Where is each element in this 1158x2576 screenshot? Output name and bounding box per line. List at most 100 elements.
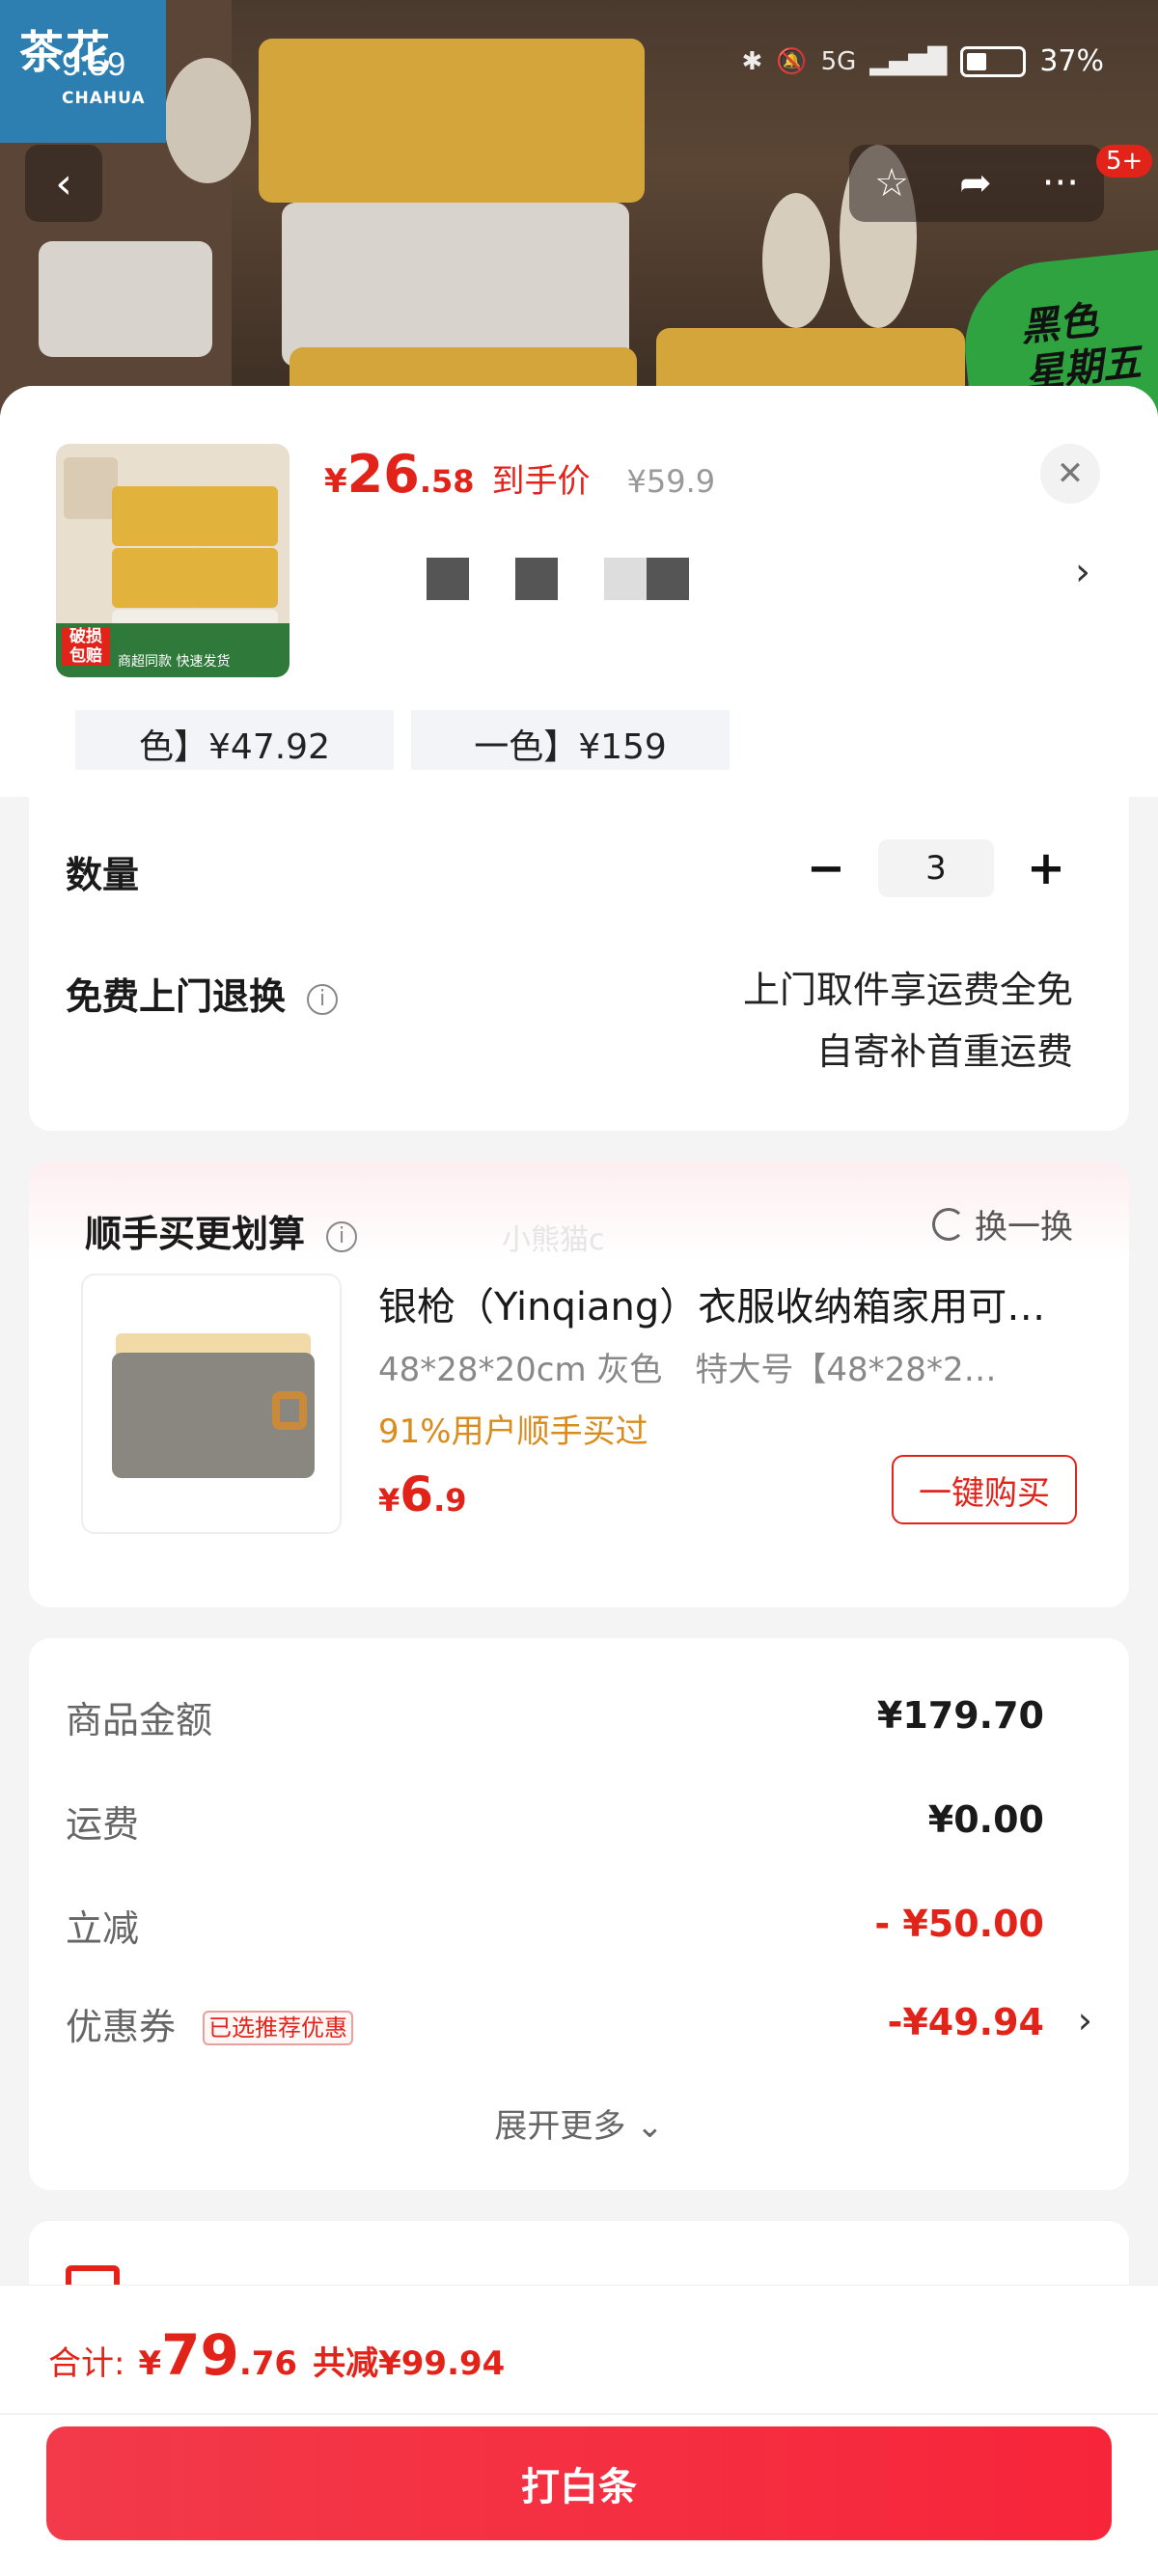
spec-option[interactable]: 色】¥47.92 xyxy=(75,710,394,778)
summary-value: ¥0.00 xyxy=(927,1798,1044,1841)
divider xyxy=(0,2413,1158,2415)
plus-button[interactable]: + xyxy=(1019,841,1073,895)
addon-social-proof: 91%用户顺手买过 xyxy=(378,1412,648,1451)
selected-spec-preview[interactable] xyxy=(427,558,689,600)
addon-title: 顺手买更划算 i xyxy=(85,1204,358,1257)
checkout-footer: 合计: ¥ 79 .76 共减¥99.94 打白条 xyxy=(0,2285,1158,2576)
addon-price-currency: ¥ xyxy=(378,1482,400,1519)
more-icon[interactable]: ··· xyxy=(1042,161,1079,206)
price-label: 到手价 xyxy=(491,462,591,501)
info-icon[interactable]: i xyxy=(326,1220,358,1252)
swap-label: 换一换 xyxy=(975,1208,1073,1247)
signal-icon: 5G xyxy=(820,46,857,76)
return-service-line1: 上门取件享运费全免 xyxy=(742,969,1073,1011)
photo-box xyxy=(259,39,645,203)
addon-recommendation-card: 顺手买更划算 i 小熊猫c 换一换 银枪（Yinqiang）衣服收纳箱家用可… 4… xyxy=(29,1162,1129,1607)
close-icon: ✕ xyxy=(1056,454,1085,493)
share-icon[interactable]: ➦ xyxy=(959,161,992,206)
thumb-shelf xyxy=(64,457,118,519)
summary-label: 优惠券 xyxy=(66,2006,177,2048)
thumb-box xyxy=(191,486,278,546)
summary-row-coupon[interactable]: 优惠券 已选推荐优惠 -¥49.94 › xyxy=(66,1997,1092,2059)
summary-value: -¥49.94 xyxy=(887,2001,1044,2043)
original-price: ¥59.9 xyxy=(626,463,716,500)
message-badge: 5+ xyxy=(1096,145,1153,178)
coupon-badge: 已选推荐优惠 xyxy=(203,2011,353,2045)
price-line: ¥ 26 .58 到手价 ¥59.9 xyxy=(324,444,715,505)
total-saved: 共减¥99.94 xyxy=(313,2344,506,2383)
mute-icon: 🔕 xyxy=(776,46,808,76)
swap-button[interactable]: 换一换 xyxy=(932,1200,1073,1247)
addon-price-decimal: .9 xyxy=(433,1482,467,1519)
return-service-detail: 上门取件享运费全免 自寄补首重运费 xyxy=(743,959,1073,1082)
total-currency: ¥ xyxy=(138,2344,162,2383)
summary-row-subtotal: 商品金额 ¥179.70 xyxy=(66,1690,1092,1752)
signal-bars-icon: ▂▄▆█ xyxy=(869,46,948,76)
close-button[interactable]: ✕ xyxy=(1040,444,1100,504)
sheet-header: 破损包赔 商超同款 快速发货 ¥ 26 .58 到手价 ¥59.9 ✕ › xyxy=(0,386,1158,710)
spec-swatch xyxy=(647,558,689,600)
info-icon[interactable]: i xyxy=(307,983,339,1015)
return-service-text: 免费上门退换 xyxy=(66,975,287,1018)
price-integer: 26 xyxy=(346,444,420,505)
addon-price: ¥ 6 .9 xyxy=(378,1466,466,1522)
back-button[interactable]: ‹ xyxy=(25,145,102,222)
watermark: 小熊猫c xyxy=(502,1223,605,1257)
summary-label: 运费 xyxy=(66,1803,140,1846)
total-line: 合计: ¥ 79 .76 共减¥99.94 xyxy=(48,2322,505,2388)
favorite-icon[interactable]: ☆ xyxy=(874,161,909,206)
total-decimal: .76 xyxy=(238,2344,298,2383)
product-photo-backdrop: 茶花 CHAHUA 9:59 ✱ 🔕 5G ▂▄▆█ 37% ‹ ☆ ➦ ···… xyxy=(0,0,1158,415)
thumb-tag-shipping: 商超同款 快速发货 xyxy=(118,654,231,670)
pay-button[interactable]: 打白条 xyxy=(46,2426,1112,2540)
summary-label: 立减 xyxy=(66,1907,140,1950)
back-icon: ‹ xyxy=(55,158,72,208)
thumb-tag-damage: 破损包赔 xyxy=(62,627,110,666)
addon-price-integer: 6 xyxy=(400,1466,434,1522)
status-time: 9:59 xyxy=(62,46,126,83)
total-label: 合计: xyxy=(48,2344,125,2383)
chevron-right-icon[interactable]: › xyxy=(1075,550,1090,594)
quantity-input[interactable]: 3 xyxy=(878,839,994,897)
spec-option[interactable]: 一色】¥159 xyxy=(411,710,730,778)
addon-product-image[interactable] xyxy=(81,1274,342,1534)
thumb-box xyxy=(112,486,199,546)
brand-logo-en: CHAHUA xyxy=(62,89,146,108)
one-click-buy-button[interactable]: 一键购买 xyxy=(892,1455,1077,1524)
refresh-icon xyxy=(932,1207,965,1241)
bluetooth-icon: ✱ xyxy=(741,46,763,76)
header-actions: ☆ ➦ ··· xyxy=(849,145,1104,222)
status-icons: ✱ 🔕 5G ▂▄▆█ 37% xyxy=(741,44,1104,78)
total-integer: 79 xyxy=(161,2322,239,2388)
photo-toy xyxy=(164,58,251,183)
summary-row-discount: 立减 - ¥50.00 xyxy=(66,1899,1092,1960)
image-handle xyxy=(272,1391,307,1430)
price-currency: ¥ xyxy=(324,462,347,501)
expand-more-button[interactable]: 展开更多 ⌄ xyxy=(29,2099,1129,2147)
spec-swatch xyxy=(427,558,469,600)
battery-percent: 37% xyxy=(1039,44,1104,78)
addon-product-name[interactable]: 银枪（Yinqiang）衣服收纳箱家用可… xyxy=(378,1275,1092,1331)
price-summary-card: 商品金额 ¥179.70 运费 ¥0.00 立减 - ¥50.00 优惠券 已选… xyxy=(29,1638,1129,2190)
battery-icon xyxy=(960,45,1027,77)
chevron-right-icon: › xyxy=(1077,1999,1092,2042)
thumb-box xyxy=(191,548,278,608)
photo-toy xyxy=(762,193,830,328)
photo-box xyxy=(282,203,629,367)
minus-button[interactable]: − xyxy=(799,841,853,895)
quantity-stepper: − 3 + xyxy=(799,839,1073,897)
return-service-label: 免费上门退换 i xyxy=(66,967,339,1020)
addon-product-spec: 48*28*20cm 灰色 特大号【48*28*2… xyxy=(378,1351,997,1389)
summary-label: 商品金额 xyxy=(66,1699,213,1741)
price-decimal: .58 xyxy=(419,463,475,500)
product-thumbnail[interactable]: 破损包赔 商超同款 快速发货 xyxy=(56,444,290,677)
thumb-box xyxy=(112,548,199,608)
sku-sheet: 破损包赔 商超同款 快速发货 ¥ 26 .58 到手价 ¥59.9 ✕ › 色】… xyxy=(0,386,1158,2576)
return-service-line2: 自寄补首重运费 xyxy=(815,1030,1073,1073)
addon-title-text: 顺手买更划算 xyxy=(85,1213,306,1255)
spec-swatch xyxy=(604,558,647,600)
spec-swatch xyxy=(515,558,558,600)
summary-value: - ¥50.00 xyxy=(874,1903,1044,1945)
photo-box xyxy=(39,241,212,357)
purchase-options-card: 数量 − 3 + 免费上门退换 i 上门取件享运费全免 自寄补首重运费 xyxy=(29,770,1129,1131)
